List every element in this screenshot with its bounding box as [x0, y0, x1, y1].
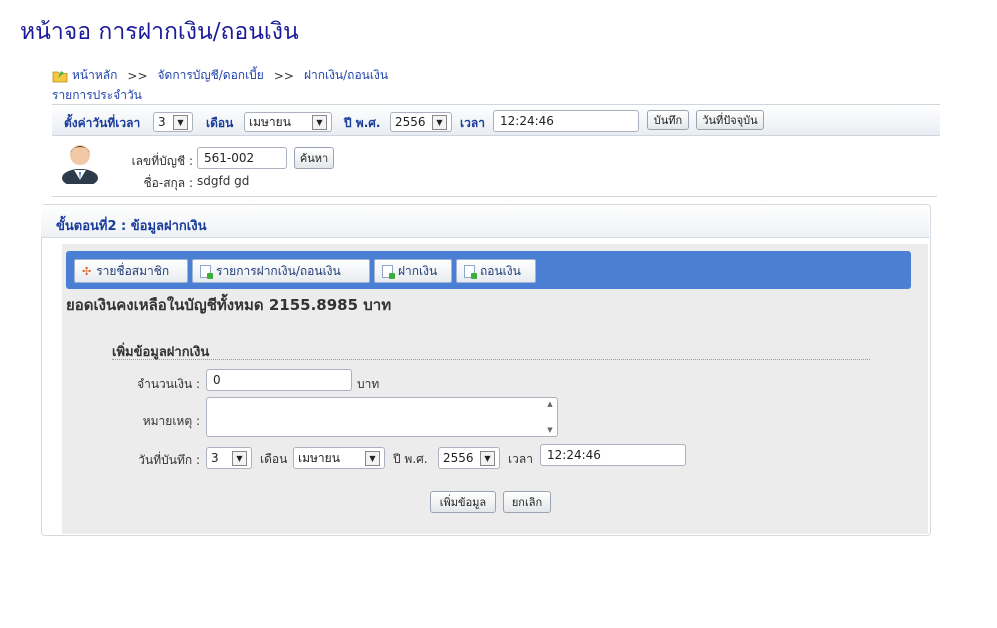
- chevron-down-icon: ▼: [312, 114, 327, 130]
- member-list-icon: ✣: [82, 264, 92, 278]
- search-button[interactable]: ค้นหา: [294, 147, 334, 169]
- save-time-button[interactable]: บันทึก: [647, 110, 689, 130]
- breadcrumb-deposit-withdraw: ฝากเงิน/ถอนเงิน: [303, 68, 389, 82]
- record-date-label: วันที่บันทึก :: [138, 453, 200, 467]
- time-settings-label: ตั้งค่าวันที่เวลา: [64, 116, 141, 130]
- form-year-label: ปี พ.ศ.: [393, 452, 428, 466]
- amount-unit: บาท: [357, 377, 380, 391]
- folder-icon: [52, 70, 68, 82]
- chevron-down-icon: ▼: [173, 114, 188, 130]
- time-input[interactable]: 12:24:46: [493, 110, 639, 132]
- account-balance: ยอดเงินคงเหลือในบัญชีทั้งหมด 2155.8985 บ…: [66, 296, 392, 314]
- breadcrumb-separator: >>: [273, 68, 294, 83]
- add-data-button[interactable]: เพิ่มข้อมูล: [430, 491, 496, 513]
- chevron-down-icon: ▼: [432, 114, 447, 130]
- panel-title: ขั้นตอนที่2 : ข้อมูลฝากเงิน: [56, 219, 207, 234]
- document-icon: [200, 264, 213, 279]
- amount-label: จำนวนเงิน :: [137, 377, 200, 391]
- form-divider: [112, 359, 870, 360]
- today-button[interactable]: วันที่ปัจจุบัน: [696, 110, 764, 130]
- tab-withdraw[interactable]: ถอนเงิน: [456, 259, 536, 283]
- form-year-select[interactable]: 2556 ▼: [438, 447, 500, 469]
- time-label: เวลา: [460, 116, 485, 130]
- member-name-label: ชื่อ-สกุล :: [143, 176, 193, 190]
- form-day-select[interactable]: 3 ▼: [206, 447, 252, 469]
- tab-transactions[interactable]: รายการฝากเงิน/ถอนเงิน: [192, 259, 370, 283]
- form-time-input[interactable]: 12:24:46: [540, 444, 686, 466]
- month-label: เดือน: [206, 116, 234, 130]
- member-name: sdgfd gd: [197, 174, 250, 188]
- textarea-scrollbar[interactable]: ▲ ▼: [545, 400, 555, 434]
- breadcrumb-separator: >>: [127, 68, 148, 83]
- form-time-label: เวลา: [508, 452, 533, 466]
- month-select[interactable]: เมษายน ▼: [244, 112, 332, 132]
- cancel-button[interactable]: ยกเลิก: [503, 491, 551, 513]
- chevron-down-icon: ▼: [232, 450, 247, 466]
- account-no-label: เลขที่บัญชี :: [131, 154, 193, 168]
- document-icon: [464, 264, 477, 279]
- account-no-input[interactable]: 561-002: [197, 147, 287, 169]
- form-month-label: เดือน: [260, 452, 288, 466]
- tab-member-list[interactable]: ✣ รายชื่อสมาชิก: [74, 259, 188, 283]
- year-select[interactable]: 2556 ▼: [390, 112, 452, 132]
- daily-transactions-label: รายการประจำวัน: [52, 88, 142, 102]
- form-month-select[interactable]: เมษายน ▼: [293, 447, 385, 469]
- note-textarea[interactable]: ▲ ▼: [206, 397, 558, 437]
- page-title: หน้าจอ การฝากเงิน/ถอนเงิน: [20, 19, 299, 45]
- day-select[interactable]: 3 ▼: [153, 112, 193, 132]
- chevron-down-icon: ▼: [365, 450, 380, 466]
- document-icon: [382, 264, 395, 279]
- note-label: หมายเหตุ :: [142, 414, 200, 428]
- breadcrumb: หน้าหลัก >> จัดการบัญชี/ดอกเบี้ย >> ฝากเ…: [52, 66, 388, 85]
- amount-input[interactable]: 0: [206, 369, 352, 391]
- chevron-down-icon: ▼: [480, 450, 495, 466]
- user-avatar-icon: [62, 145, 98, 184]
- tab-deposit[interactable]: ฝากเงิน: [374, 259, 452, 283]
- year-label: ปี พ.ศ.: [344, 116, 381, 130]
- breadcrumb-home[interactable]: หน้าหลัก: [72, 66, 117, 85]
- breadcrumb-account-interest[interactable]: จัดการบัญชี/ดอกเบี้ย: [158, 66, 264, 85]
